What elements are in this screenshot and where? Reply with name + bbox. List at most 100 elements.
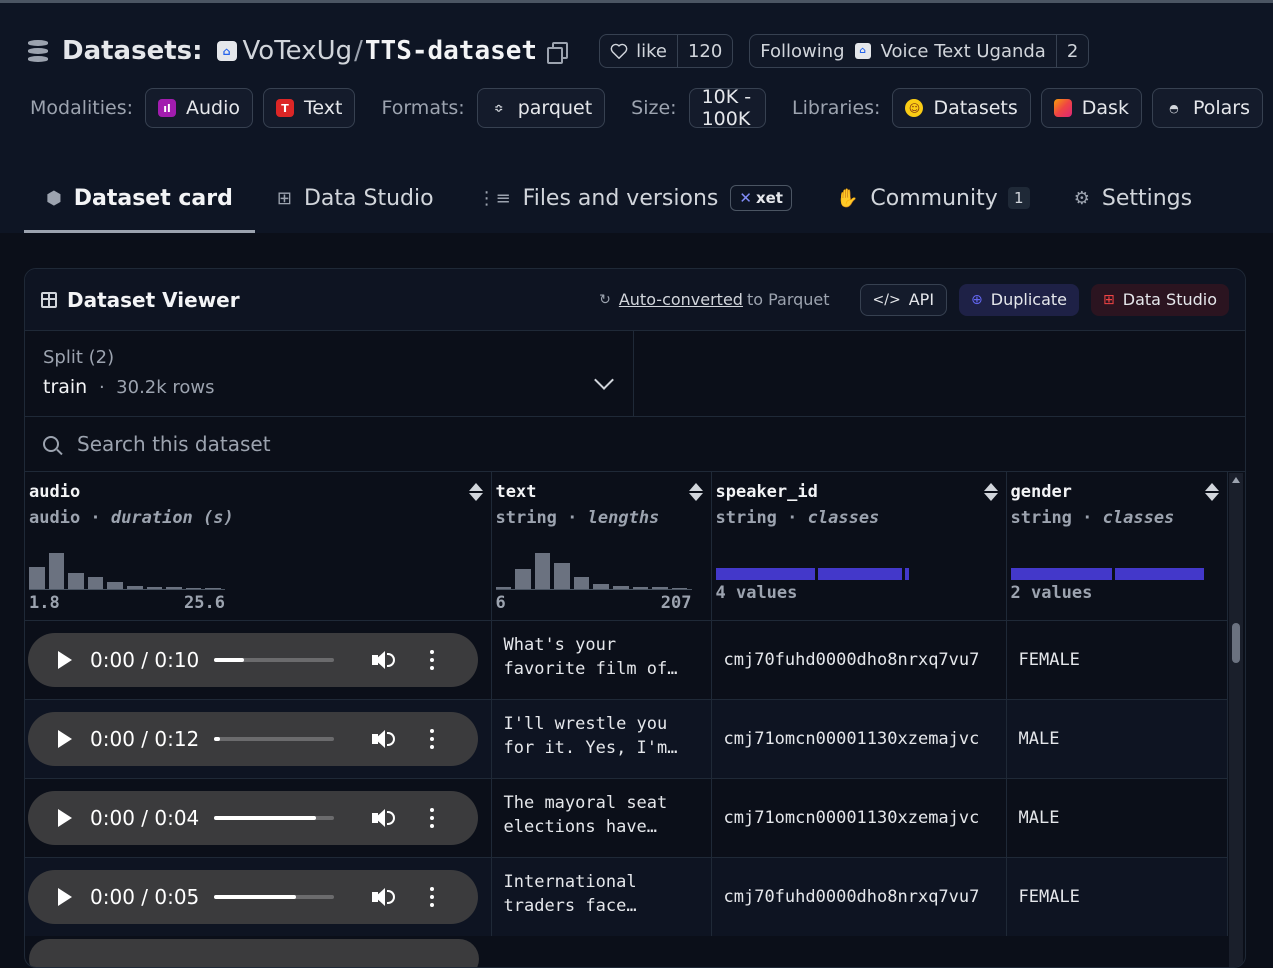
histogram-bar[interactable] xyxy=(166,587,182,589)
histogram-bar[interactable] xyxy=(48,553,65,589)
tab-community[interactable]: ✋ Community 1 xyxy=(814,163,1052,233)
sort-icon[interactable] xyxy=(983,482,998,502)
histogram-bar[interactable] xyxy=(573,577,590,589)
histogram-bar[interactable] xyxy=(613,586,629,589)
speaker-id-cell[interactable]: cmj71omcn00001130xzemajvc xyxy=(711,777,1007,857)
play-icon[interactable] xyxy=(58,808,72,827)
search-input[interactable] xyxy=(77,432,677,456)
tag-polars[interactable]: ◓ Polars xyxy=(1151,88,1263,128)
api-button[interactable]: </> API xyxy=(859,283,948,316)
tag-parquet[interactable]: ≎ parquet xyxy=(476,88,606,128)
sort-icon[interactable] xyxy=(468,482,483,502)
audio-player[interactable]: 0:00 / 0:12 xyxy=(28,711,478,766)
gender-cell[interactable]: FEMALE xyxy=(1006,619,1228,699)
like-button[interactable]: like 120 xyxy=(599,34,734,68)
sort-icon[interactable] xyxy=(688,482,703,502)
following-button[interactable]: Following ⌂ Voice Text Uganda 2 xyxy=(749,34,1090,68)
histogram-bar[interactable] xyxy=(671,588,688,589)
text-cell[interactable]: I'll wrestle you for it. Yes, I'm… xyxy=(491,698,712,778)
text-cell[interactable]: The mayoral seat elections have… xyxy=(491,777,712,857)
histogram-bar[interactable] xyxy=(87,577,104,589)
audio-progress-track[interactable] xyxy=(214,736,334,741)
audio-progress-track[interactable] xyxy=(214,894,334,899)
tab-dataset-card[interactable]: ⬢ Dataset card xyxy=(24,163,255,233)
class-segment[interactable] xyxy=(1010,568,1113,580)
data-studio-button[interactable]: ⊞ Data Studio xyxy=(1091,283,1229,316)
following-seg[interactable]: Following ⌂ Voice Text Uganda xyxy=(750,35,1056,67)
text-cell[interactable]: International traders face… xyxy=(491,856,712,936)
gender-cell[interactable]: FEMALE xyxy=(1006,856,1228,936)
more-options-icon[interactable] xyxy=(430,885,434,909)
repo-name-link[interactable]: TTS-dataset xyxy=(365,36,537,66)
play-icon[interactable] xyxy=(58,887,72,906)
table-row[interactable]: 0:00 / 0:05 International traders face… cm… xyxy=(25,856,1228,936)
text-cell[interactable]: What's your favorite film of… xyxy=(491,619,712,699)
histogram-bar[interactable] xyxy=(146,587,163,589)
speaker-id-cell[interactable]: cmj71omcn00001130xzemajvc xyxy=(711,698,1007,778)
audio-progress-track[interactable] xyxy=(214,815,334,820)
audio-progress-track[interactable] xyxy=(214,657,334,662)
histogram-bar[interactable] xyxy=(554,563,570,589)
more-options-icon[interactable] xyxy=(430,648,434,672)
table-row[interactable]: 0:00 / 0:04 The mayoral seat elections ha… xyxy=(25,777,1228,857)
column-header-text[interactable]: text string · lengths 6 207 xyxy=(491,472,712,620)
tag-size[interactable]: 10K - 100K xyxy=(688,86,766,130)
audio-player[interactable]: 0:00 / 0:05 xyxy=(28,869,478,924)
class-segment[interactable] xyxy=(817,568,902,580)
tag-text[interactable]: T Text xyxy=(263,88,356,128)
tab-settings[interactable]: ⚙ Settings xyxy=(1052,163,1214,233)
histogram-bar[interactable] xyxy=(534,553,551,589)
duplicate-button[interactable]: ⊕ Duplicate xyxy=(959,283,1080,316)
histogram-bar[interactable] xyxy=(652,587,668,589)
class-segment[interactable] xyxy=(715,568,815,580)
tab-files-versions[interactable]: ⋮≡ Files and versions ✕ xet xyxy=(456,163,814,233)
class-segment[interactable] xyxy=(1115,568,1204,580)
vertical-scrollbar[interactable] xyxy=(1229,473,1243,967)
histogram-bar[interactable] xyxy=(126,586,143,589)
histogram-bar[interactable] xyxy=(185,588,202,589)
volume-icon[interactable] xyxy=(372,807,396,829)
following-count[interactable]: 2 xyxy=(1055,35,1088,67)
gender-cell[interactable]: MALE xyxy=(1006,777,1228,857)
play-icon[interactable] xyxy=(58,729,72,748)
histogram-bar[interactable] xyxy=(29,567,45,589)
like-label-seg[interactable]: like xyxy=(600,35,677,67)
histogram-bar[interactable] xyxy=(107,582,123,589)
speaker-id-cell[interactable]: cmj70fuhd0000dho8nrxq7vu7 xyxy=(711,856,1007,936)
gender-cell[interactable]: MALE xyxy=(1006,698,1228,778)
volume-icon[interactable] xyxy=(372,649,396,671)
tag-dask[interactable]: Dask xyxy=(1040,88,1142,128)
audio-player[interactable]: 0:00 / 0:10 xyxy=(28,632,478,687)
class-segment[interactable] xyxy=(904,568,909,580)
volume-icon[interactable] xyxy=(372,886,396,908)
column-header-speaker-id[interactable]: speaker_id string · classes 4 values xyxy=(711,472,1007,620)
copy-icon[interactable] xyxy=(547,42,569,64)
histogram-bar[interactable] xyxy=(593,584,610,589)
column-header-gender[interactable]: gender string · classes 2 values xyxy=(1006,472,1228,620)
sort-icon[interactable] xyxy=(1204,482,1219,502)
table-row[interactable]: 0:00 / 0:12 I'll wrestle you for it. Yes,… xyxy=(25,698,1228,778)
volume-icon[interactable] xyxy=(372,728,396,750)
tab-data-studio[interactable]: ⊞ Data Studio xyxy=(255,163,456,233)
more-options-icon[interactable] xyxy=(430,806,434,830)
audio-player[interactable]: 0:00 / 0:04 xyxy=(28,790,478,845)
histogram-bar[interactable] xyxy=(515,569,531,589)
split-selector[interactable]: Split (2) train · 30.2k rows xyxy=(25,331,634,416)
histogram-bar[interactable] xyxy=(632,587,649,589)
more-options-icon[interactable] xyxy=(430,727,434,751)
histogram-bar[interactable] xyxy=(495,587,512,589)
histogram-bar[interactable] xyxy=(205,588,221,589)
audio-player-partial[interactable] xyxy=(29,939,479,967)
table-row[interactable]: 0:00 / 0:10 What's your favorite film of…… xyxy=(25,619,1228,699)
speaker-id-cell[interactable]: cmj70fuhd0000dho8nrxq7vu7 xyxy=(711,619,1007,699)
tag-datasets[interactable]: ☺ Datasets xyxy=(892,88,1031,128)
tag-audio[interactable]: ıl Audio xyxy=(145,88,254,128)
auto-converted-link[interactable]: Auto-converted xyxy=(619,290,743,309)
org-link[interactable]: VoTexUg xyxy=(243,36,353,66)
histogram-bar[interactable] xyxy=(68,573,84,589)
column-header-audio[interactable]: audio audio · duration (s) 1.8 25.6 xyxy=(25,472,492,620)
like-count[interactable]: 120 xyxy=(676,35,732,67)
scroll-up-icon[interactable] xyxy=(1232,477,1240,483)
play-icon[interactable] xyxy=(58,650,72,669)
scrollbar-thumb[interactable] xyxy=(1232,623,1240,663)
